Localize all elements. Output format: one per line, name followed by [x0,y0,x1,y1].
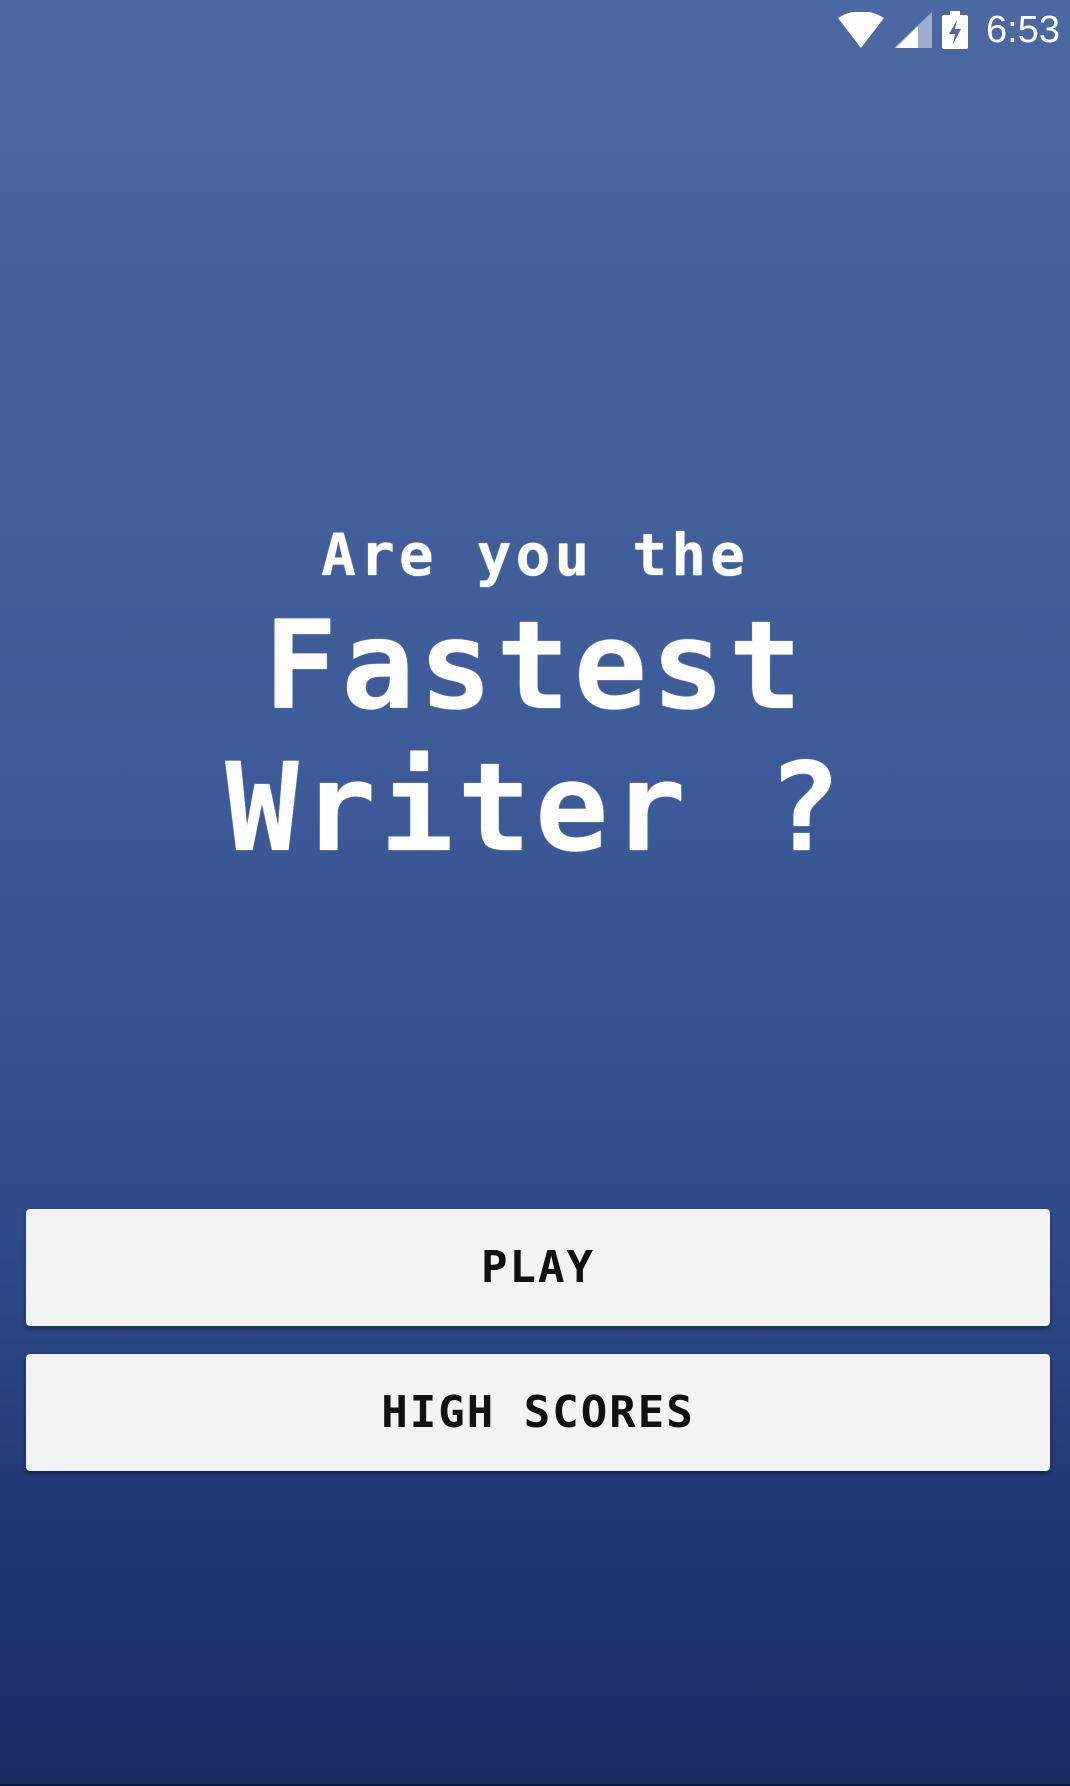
status-icons: 6:53 [838,8,1060,52]
status-bar: 6:53 [0,0,1070,60]
high-scores-button[interactable]: HIGH SCORES [26,1354,1050,1471]
play-button[interactable]: PLAY [26,1209,1050,1326]
headline-question: Are you the [320,521,750,589]
wifi-icon [838,12,885,48]
headline-fastest: Fastest [263,595,807,737]
status-time: 6:53 [986,9,1060,51]
cell-signal-icon [894,12,933,48]
battery-charging-icon [942,11,969,49]
headline-writer: Writer ? [225,737,845,879]
headline: Are you the Fastest Writer ? [0,515,1070,879]
